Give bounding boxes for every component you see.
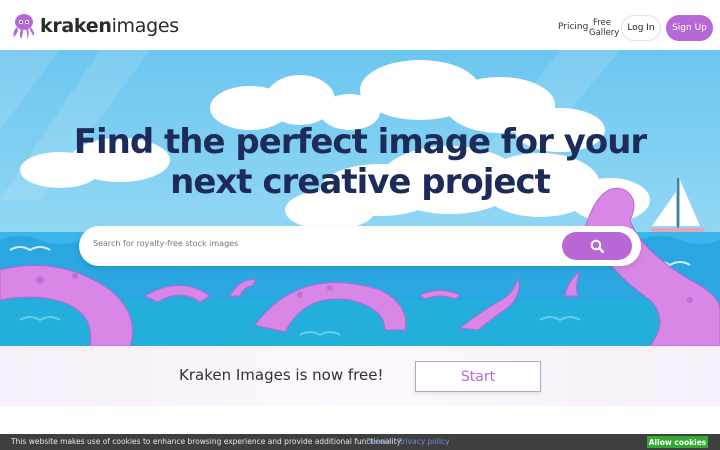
nav-free-gallery-link[interactable]: Free Gallery (589, 18, 619, 38)
promo-text: Kraken Images is now free! (179, 366, 384, 384)
search-input[interactable] (93, 239, 513, 248)
nav-pricing-link[interactable]: Pricing (558, 22, 588, 32)
hero-headline: Find the perfect image for your next cre… (0, 122, 720, 202)
login-button[interactable]: Log In (621, 15, 661, 41)
nav-free-gallery-line1: Free (592, 18, 612, 28)
site-header: krakenimages Pricing Free Gallery Log In … (0, 0, 720, 50)
hero-headline-line1: Find the perfect image for your (73, 122, 647, 162)
logo[interactable]: krakenimages (8, 12, 179, 40)
search-button[interactable] (562, 232, 632, 260)
hero-banner: Find the perfect image for your next cre… (0, 50, 720, 346)
allow-cookies-button[interactable]: Allow cookies (647, 436, 708, 448)
logo-wordmark: krakenimages (40, 15, 179, 37)
start-button[interactable]: Start (415, 361, 541, 392)
signup-button[interactable]: Sign Up (666, 15, 713, 41)
search-bar (79, 226, 641, 266)
promo-banner: Kraken Images is now free! Start (0, 346, 720, 406)
cookie-details-link[interactable]: Details (366, 437, 392, 446)
privacy-policy-link[interactable]: Privacy policy (398, 437, 450, 446)
cookie-consent-bar: This website makes use of cookies to enh… (0, 434, 720, 450)
hero-headline-line2: next creative project (170, 162, 551, 202)
kraken-logo-icon (13, 14, 35, 39)
magnifier-icon (590, 239, 604, 253)
cookie-message: This website makes use of cookies to enh… (11, 437, 403, 446)
nav-free-gallery-line2: Gallery (589, 28, 620, 38)
